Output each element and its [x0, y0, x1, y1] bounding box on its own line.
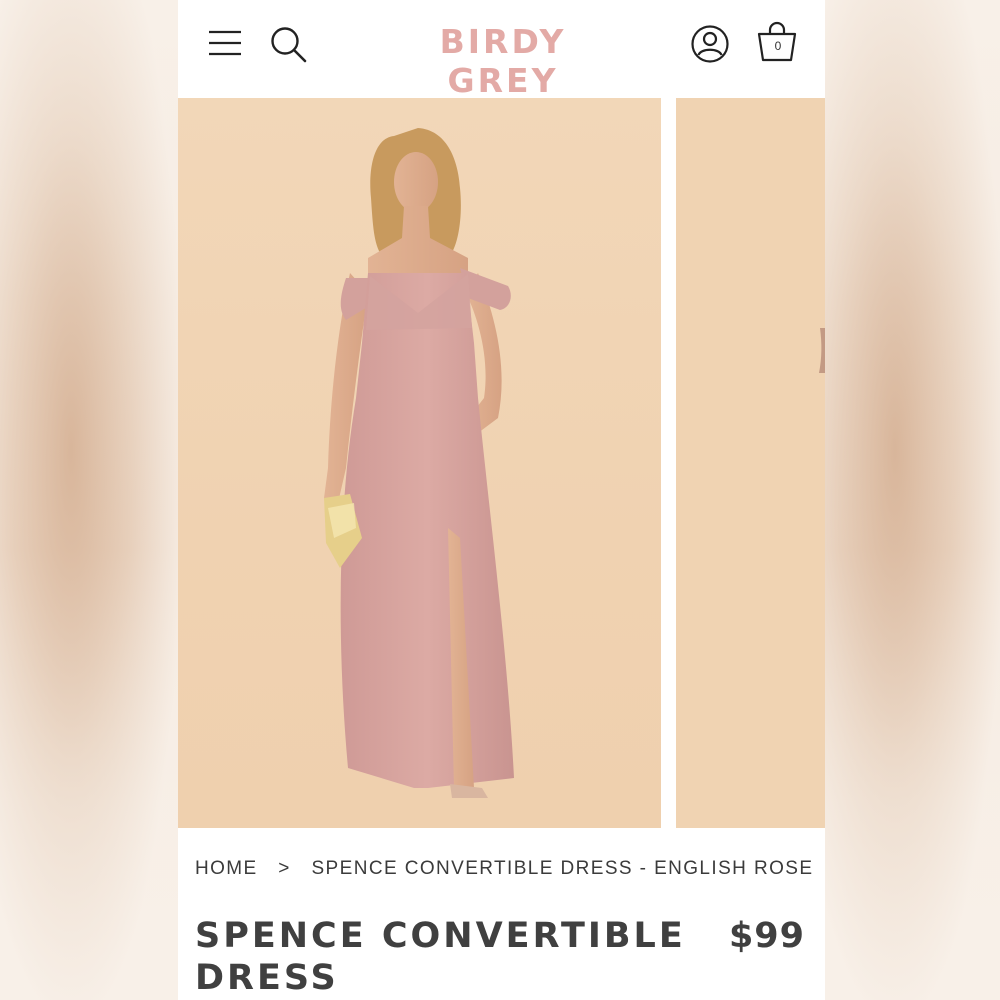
account-icon[interactable] — [690, 24, 730, 64]
breadcrumb-current: SPENCE CONVERTIBLE DRESS - ENGLISH ROSE — [311, 858, 814, 879]
cart-button[interactable]: 0 — [755, 20, 799, 64]
breadcrumb: HOME > SPENCE CONVERTIBLE DRESS - ENGLIS… — [195, 858, 813, 880]
search-icon[interactable] — [268, 24, 308, 64]
background-blur-right — [825, 0, 1000, 1000]
menu-icon[interactable] — [208, 27, 242, 59]
product-image-main[interactable] — [178, 98, 661, 828]
product-title: SPENCE CONVERTIBLE DRESS — [195, 916, 686, 998]
mobile-screen: BIRDY GREY 0 HOME > SPENCE CONVERTIBLE D… — [178, 0, 825, 1000]
dress-model-image — [324, 128, 514, 798]
next-image-preview — [819, 328, 825, 373]
background-blur-left — [0, 0, 178, 1000]
product-price: $99 — [728, 916, 805, 956]
cart-count: 0 — [774, 39, 782, 53]
site-header: BIRDY GREY 0 — [178, 0, 825, 100]
product-gallery[interactable] — [178, 98, 825, 828]
product-image-next[interactable] — [676, 98, 825, 828]
breadcrumb-separator: > — [278, 858, 291, 879]
brand-logo[interactable]: BIRDY GREY — [378, 22, 628, 100]
breadcrumb-home-link[interactable]: HOME — [195, 858, 258, 880]
